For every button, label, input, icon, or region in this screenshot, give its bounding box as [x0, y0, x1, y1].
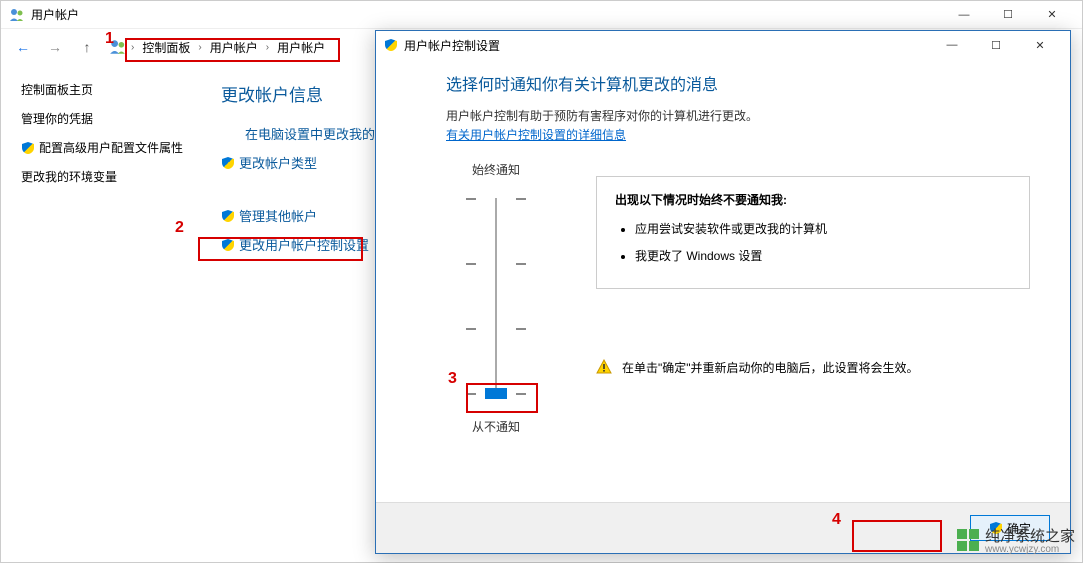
info-item: 我更改了 Windows 设置: [635, 247, 1011, 264]
info-item: 应用尝试安装软件或更改我的计算机: [635, 220, 1011, 237]
shield-icon: [384, 38, 398, 52]
uac-heading: 选择何时通知你有关计算机更改的消息: [446, 71, 1030, 95]
watermark-logo-icon: [957, 529, 979, 551]
dialog-title: 用户帐户控制设置: [404, 37, 500, 54]
minimize-button[interactable]: —: [942, 1, 986, 29]
main-titlebar: 用户帐户 — ☐ ✕: [1, 1, 1082, 29]
maximize-button[interactable]: ☐: [986, 1, 1030, 29]
link-label: 更改帐户类型: [239, 153, 317, 172]
slider-bottom-label: 从不通知: [472, 418, 520, 435]
sidebar-advanced[interactable]: 配置高级用户配置文件属性: [21, 139, 191, 156]
chevron-right-icon: ›: [198, 42, 201, 53]
breadcrumb-item[interactable]: 用户帐户: [206, 37, 262, 58]
info-box: 出现以下情况时始终不要通知我: 应用尝试安装软件或更改我的计算机 我更改了 Wi…: [596, 176, 1030, 289]
chevron-right-icon: ›: [266, 42, 269, 53]
breadcrumb-item[interactable]: 用户帐户: [273, 37, 329, 58]
users-icon: [109, 38, 127, 56]
warning-row: 在单击"确定"并重新启动你的电脑后，此设置将会生效。: [596, 359, 1030, 377]
sidebar-home[interactable]: 控制面板主页: [21, 81, 191, 98]
uac-slider[interactable]: [466, 190, 526, 410]
shield-icon: [221, 238, 235, 252]
warning-icon: [596, 359, 612, 375]
uac-help-link[interactable]: 有关用户帐户控制设置的详细信息: [446, 128, 626, 142]
sidebar: 控制面板主页 管理你的凭据 配置高级用户配置文件属性 更改我的环境变量: [21, 81, 191, 264]
dialog-titlebar: 用户帐户控制设置 — ☐ ✕: [376, 31, 1070, 59]
forward-button[interactable]: →: [41, 33, 69, 61]
sidebar-credentials[interactable]: 管理你的凭据: [21, 110, 191, 127]
dialog-close-button[interactable]: ✕: [1018, 31, 1062, 59]
watermark: 纯净系统之家 www.ycwjzy.com: [957, 525, 1075, 555]
users-icon: [9, 7, 25, 23]
shield-icon: [221, 156, 235, 170]
link-label: 更改用户帐户控制设置: [239, 235, 369, 254]
slider-thumb[interactable]: [485, 388, 507, 399]
back-button[interactable]: ←: [9, 33, 37, 61]
watermark-url: www.ycwjzy.com: [985, 544, 1075, 555]
breadcrumb-item[interactable]: 控制面板: [138, 37, 194, 58]
info-title: 出现以下情况时始终不要通知我:: [615, 191, 1011, 208]
window-title: 用户帐户: [31, 6, 79, 23]
uac-dialog: 用户帐户控制设置 — ☐ ✕ 选择何时通知你有关计算机更改的消息 用户帐户控制有…: [375, 30, 1071, 554]
dialog-minimize-button[interactable]: —: [930, 31, 974, 59]
watermark-brand: 纯净系统之家: [985, 528, 1075, 545]
close-button[interactable]: ✕: [1030, 1, 1074, 29]
link-label: 管理其他帐户: [239, 206, 317, 225]
up-button[interactable]: ↑: [73, 33, 101, 61]
chevron-right-icon: ›: [131, 42, 134, 53]
shield-icon: [21, 141, 35, 155]
warning-text: 在单击"确定"并重新启动你的电脑后，此设置将会生效。: [622, 359, 919, 377]
uac-subtext: 用户帐户控制有助于预防有害程序对你的计算机进行更改。: [446, 107, 1030, 124]
sidebar-env[interactable]: 更改我的环境变量: [21, 168, 191, 185]
dialog-maximize-button[interactable]: ☐: [974, 31, 1018, 59]
slider-top-label: 始终通知: [472, 161, 520, 178]
shield-icon: [221, 209, 235, 223]
sidebar-item-label: 配置高级用户配置文件属性: [39, 139, 183, 156]
